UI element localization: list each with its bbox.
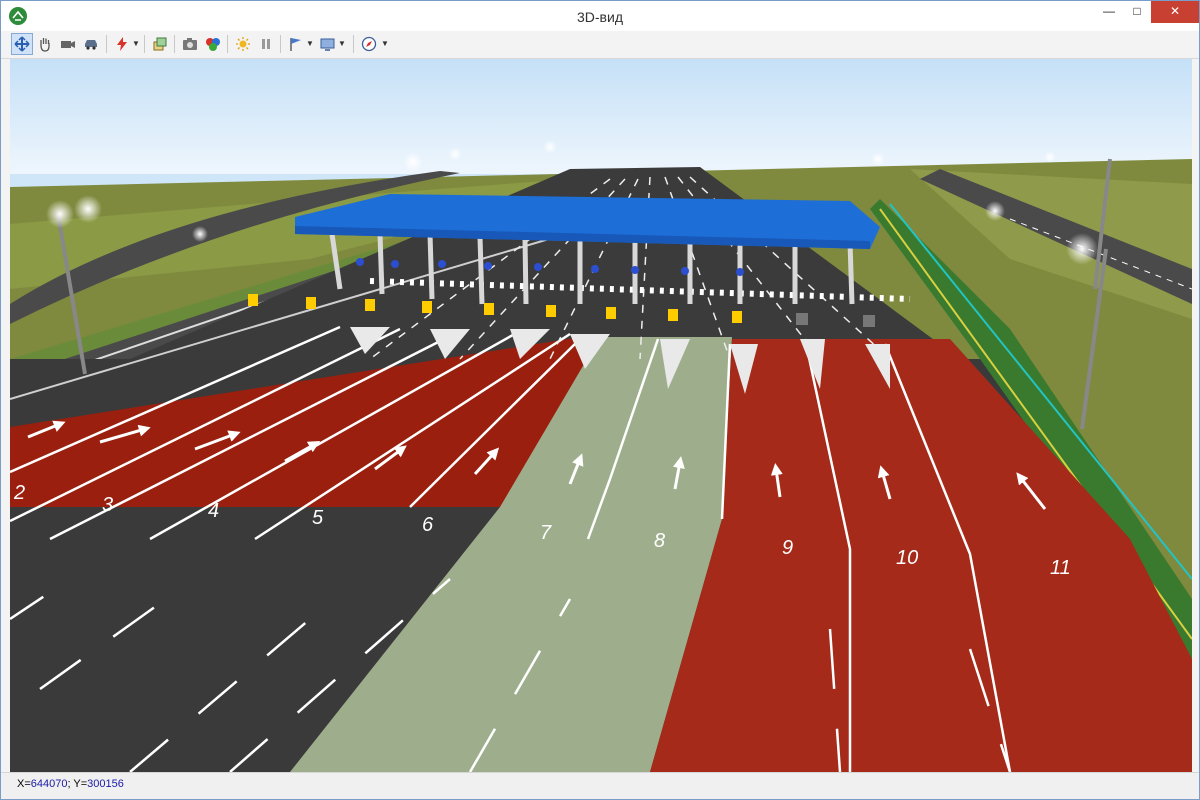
color-palette-icon [206, 38, 220, 51]
toll-plaza-scene: 2 3 4 5 6 7 8 9 10 11 [10, 59, 1192, 772]
lane-number: 2 [13, 482, 25, 504]
toolbar-separator [106, 35, 107, 53]
3d-viewport[interactable]: 2 3 4 5 6 7 8 9 10 11 [10, 59, 1192, 772]
minimize-button[interactable]: — [1095, 1, 1123, 23]
lighting-button[interactable] [233, 34, 253, 54]
chevron-down-icon[interactable]: ▼ [132, 34, 140, 54]
minimize-icon: — [1103, 4, 1115, 18]
pause-icon [262, 39, 270, 49]
lane-number: 5 [312, 507, 324, 529]
toolbar-separator [280, 35, 281, 53]
lane-number: 10 [896, 547, 918, 569]
lane-number: 11 [1050, 557, 1071, 579]
layers-button[interactable] [150, 34, 170, 54]
chevron-down-icon[interactable]: ▼ [306, 34, 314, 54]
chevron-down-icon[interactable]: ▼ [381, 34, 389, 54]
chevron-down-icon[interactable]: ▼ [338, 34, 346, 54]
screen-export-icon [320, 38, 335, 51]
car-icon [85, 40, 97, 50]
lane-number: 6 [422, 514, 434, 536]
close-button[interactable]: ✕ [1151, 1, 1199, 23]
toolbar-separator [144, 35, 145, 53]
lane-number: 4 [208, 500, 219, 522]
hand-icon [40, 38, 50, 52]
flag-icon [290, 38, 301, 51]
pause-button[interactable] [256, 34, 276, 54]
lightning-icon [117, 37, 127, 51]
lane-number: 9 [782, 537, 793, 559]
camera-view-icon [61, 41, 75, 48]
compass-icon [361, 36, 377, 52]
export-button[interactable] [318, 34, 338, 54]
main-window: 3D-вид — □ ✕ ▼ ▼ ▼ ▼ 2 3 4 5 6 7 8 9 10 … [0, 0, 1200, 800]
lane-number: 7 [540, 522, 552, 544]
window-title: 3D-вид [577, 9, 623, 25]
toolbar-separator [227, 35, 228, 53]
colors-button[interactable] [203, 34, 223, 54]
toolbar-separator [353, 35, 354, 53]
close-icon: ✕ [1169, 4, 1181, 18]
status-bar: X=644070; Y=300156 [1, 772, 1199, 799]
lane-number: 8 [654, 530, 665, 552]
coordinates-readout: X=644070; Y=300156 [17, 778, 124, 790]
navigation-button[interactable] [359, 34, 379, 54]
flags-button[interactable] [286, 34, 306, 54]
sun-icon [236, 37, 250, 51]
y-coordinate: 300156 [87, 778, 124, 790]
layers-icon [153, 37, 167, 51]
pan-tool-button[interactable] [35, 34, 55, 54]
toolbar-separator [174, 35, 175, 53]
lane-number: 3 [102, 494, 113, 516]
maximize-icon: □ [1133, 4, 1141, 18]
effects-button[interactable] [112, 34, 132, 54]
move-icon [14, 36, 30, 52]
x-coordinate: 644070 [30, 778, 68, 790]
drive-mode-button[interactable] [81, 34, 101, 54]
toolbar: ▼ ▼ ▼ ▼ [1, 31, 1199, 59]
camera-view-button[interactable] [58, 34, 78, 54]
photo-camera-icon [183, 38, 197, 50]
sky [10, 59, 1192, 174]
move-tool-button[interactable] [11, 33, 33, 55]
maximize-button[interactable]: □ [1123, 1, 1151, 23]
title-bar[interactable]: 3D-вид — □ ✕ [1, 1, 1199, 31]
screenshot-button[interactable] [180, 34, 200, 54]
